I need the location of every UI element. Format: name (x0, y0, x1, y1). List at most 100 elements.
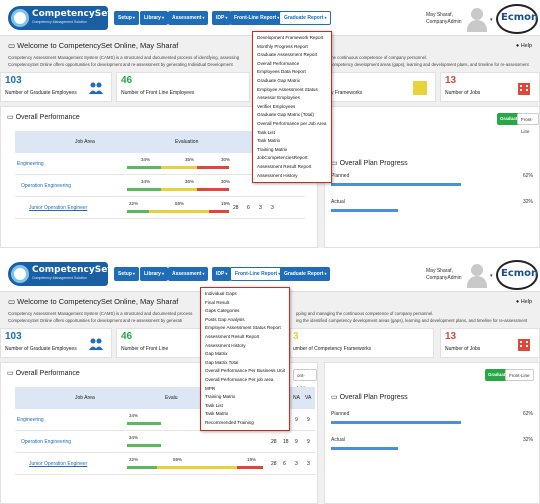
menu-item-assessor-employees[interactable]: Assessor Employees (253, 94, 331, 103)
frontline-tab-button[interactable]: Front-Line (517, 113, 539, 134)
frontline-tab-button[interactable]: Front-Line (505, 369, 534, 381)
stat-card-frontline[interactable]: 46 Number of Front Line (116, 328, 204, 358)
user-info: May Sharaf, CompanyAdmin (426, 12, 462, 26)
nav-frontline-report[interactable]: Front-Line Report▾ (230, 267, 286, 281)
menu-item-mpr[interactable]: MPR (201, 385, 289, 394)
menu-item-employee-assessment-status[interactable]: Employee Assessment Status (253, 86, 331, 95)
grid-icon (413, 81, 427, 95)
planned-label: Planned (331, 411, 350, 417)
intro-text-right: the continuous competence of company per… (330, 55, 529, 67)
menu-item-posts-gap-analysis[interactable]: Posts Gap Analysis (201, 316, 289, 325)
plan-progress-panel: Graduate Front-Line ▭ Overall Plan Progr… (324, 362, 540, 504)
menu-item-graduate-assessment-report[interactable]: Graduate Assessment Report (253, 51, 331, 60)
menu-item-assessment-result-report[interactable]: Assessment Result Report (253, 163, 331, 172)
menu-item-overall-performance-per-business-unit[interactable]: Overall Performance Per Business Unit (201, 367, 289, 376)
building-icon (517, 81, 531, 95)
user-role: CompanyAdmin (426, 275, 462, 281)
competencyset-logo[interactable]: CompetencySet Competency Management Solu… (8, 6, 112, 30)
brand-tagline: Competency Management Solution (32, 276, 87, 280)
user-role: CompanyAdmin (426, 19, 462, 25)
stat-card-jobs[interactable]: 13 Number of Jobs (440, 72, 540, 102)
chevron-down-icon[interactable]: ▾ (490, 273, 493, 279)
menu-item-training-matrix[interactable]: Training Matrix (201, 393, 289, 402)
menu-item-overall-performance[interactable]: Overall Performance (253, 60, 331, 69)
plan-progress-panel: Graduate Front-Line ▭ Overall Plan Progr… (324, 106, 540, 248)
stat-card-graduates[interactable]: 103 Number of Graduate Employees (0, 72, 112, 102)
brand-name: CompetencySet (32, 265, 112, 275)
table-row[interactable]: Operation Engineering 34% 28 18 9 9 (15, 431, 315, 453)
table-row[interactable]: Junior Operation Engineer 22% 59% 19% 28… (15, 197, 305, 219)
users-icon (89, 81, 103, 95)
chevron-down-icon[interactable]: ▾ (490, 17, 493, 23)
plan-progress-title: ▭ Overall Plan Progress (331, 394, 408, 401)
building-icon (517, 337, 531, 351)
avatar[interactable] (466, 262, 488, 288)
menu-item-task-list[interactable]: Task List (201, 402, 289, 411)
nav-setup[interactable]: Setup▾ (114, 267, 139, 281)
menu-item-training-matrix[interactable]: Training Matrix (253, 146, 331, 155)
nav-setup[interactable]: Setup▾ (114, 11, 139, 25)
competencyset-logo[interactable]: CompetencySet Competency Management Solu… (8, 262, 112, 286)
actual-label: Actual (331, 199, 345, 205)
nav-assessment[interactable]: Assessment▾ (168, 11, 209, 25)
nav-graduate-report[interactable]: Graduate Report▾ (279, 11, 332, 25)
help-link[interactable]: ● Help (516, 43, 532, 49)
menu-item-assessment-history[interactable]: Assessment History (201, 342, 289, 351)
stat-card-graduates[interactable]: 103 Number of Graduate Employees (0, 328, 112, 358)
planned-value: 62% (522, 411, 533, 417)
menu-item-verifier-employees[interactable]: Verifier Employees (253, 103, 331, 112)
ecmon-logo: Ecmon (496, 260, 538, 290)
intro-text: Competency Assessment Management System … (8, 311, 193, 323)
menu-item-gap-matrix-total[interactable]: Gap Matrix Total (201, 359, 289, 368)
menu-item-graduate-gap-matrix[interactable]: Graduate Gap Matrix (253, 77, 331, 86)
nav-library[interactable]: Library▾ (140, 11, 168, 25)
menu-item-overall-performance-per-job-area[interactable]: Overall Performance per Job Area (253, 120, 331, 129)
help-link[interactable]: ● Help (516, 299, 532, 305)
intro-text-right: pping and managing the continuous compet… (296, 311, 528, 323)
menu-item-overall-performance-per-job-area[interactable]: Overall Performance Per job area (201, 376, 289, 385)
actual-label: Actual (331, 437, 345, 443)
screenshot-graduate-menu: CompetencySet Competency Management Solu… (0, 0, 540, 248)
nav-library[interactable]: Library▾ (140, 267, 168, 281)
users-icon (89, 337, 103, 351)
menu-item-assessment-result-report[interactable]: Assessment Result Report (201, 333, 289, 342)
stat-card-frameworks[interactable]: 3 umber of Competency Frameworks (290, 328, 434, 358)
stat-card-frameworks[interactable]: y Frameworks (330, 72, 436, 102)
user-name: May Sharaf, (426, 268, 453, 274)
intro-text: Competency Assessment Management System … (8, 55, 240, 67)
menu-item-employee-assessment-status-report[interactable]: Employee Assessment Status Report (201, 324, 289, 333)
avatar[interactable] (466, 6, 488, 32)
nav-frontline-report[interactable]: Front-Line Report▾ (230, 11, 284, 25)
menu-item-task-matrix[interactable]: Task Matrix (253, 137, 331, 146)
screenshot-frontline-menu: CompetencySet Competency Management Solu… (0, 256, 540, 504)
plan-progress-title: ▭ Overall Plan Progress (331, 160, 408, 167)
menu-item-task-list[interactable]: Task List (253, 129, 331, 138)
nav-graduate-report[interactable]: Graduate Report▾ (280, 267, 331, 281)
planned-label: Planned (331, 173, 350, 179)
menu-item-development-framework-report[interactable]: Development Framework Report (253, 34, 331, 43)
menu-item-gap-matrix[interactable]: Gap Matrix (201, 350, 289, 359)
ecmon-logo: Ecmon (496, 4, 538, 34)
menu-item-graduate-gap-matrix-total[interactable]: Graduate Gap Matrix (Total) (253, 111, 331, 120)
menu-item-final-result[interactable]: Final Result (201, 299, 289, 308)
menu-item-monthly-progress-report[interactable]: Monthly Progress Report (253, 43, 331, 52)
menu-item-task-matrix[interactable]: Task Matrix (201, 410, 289, 419)
menu-item-jobcompetenciesreport[interactable]: JobCompetenciesReport (253, 154, 331, 163)
frontline-tab-button[interactable]: ont-Line (293, 369, 317, 390)
logo-swirl-icon (11, 265, 29, 283)
nav-assessment[interactable]: Assessment▾ (168, 267, 209, 281)
brand-tagline: Competency Management Solution (32, 20, 87, 24)
nav-idp[interactable]: IDP▾ (212, 11, 232, 25)
nav-idp[interactable]: IDP▾ (212, 267, 232, 281)
menu-item-individual-gaps[interactable]: Individual Gaps (201, 290, 289, 299)
menu-item-recommended-training[interactable]: Recommended Training (201, 419, 289, 428)
table-row[interactable]: Junior Operation Engineer 22% 59% 19% 28… (15, 453, 315, 475)
menu-item-assessment-history[interactable]: Assessment History (253, 172, 331, 181)
page-title: ▭ Welcome to CompetencySet Online, May S… (8, 297, 179, 306)
stat-card-frontline[interactable]: 46 Number of Front Line Employees (116, 72, 250, 102)
planned-value: 62% (522, 173, 533, 179)
menu-item-gaps-categories[interactable]: Gaps Categories (201, 307, 289, 316)
overall-performance-title: ▭ Overall Performance (7, 370, 80, 377)
stat-card-jobs[interactable]: 13 Number of Jobs (440, 328, 540, 358)
menu-item-employees-data-report[interactable]: Employees Data Report (253, 68, 331, 77)
